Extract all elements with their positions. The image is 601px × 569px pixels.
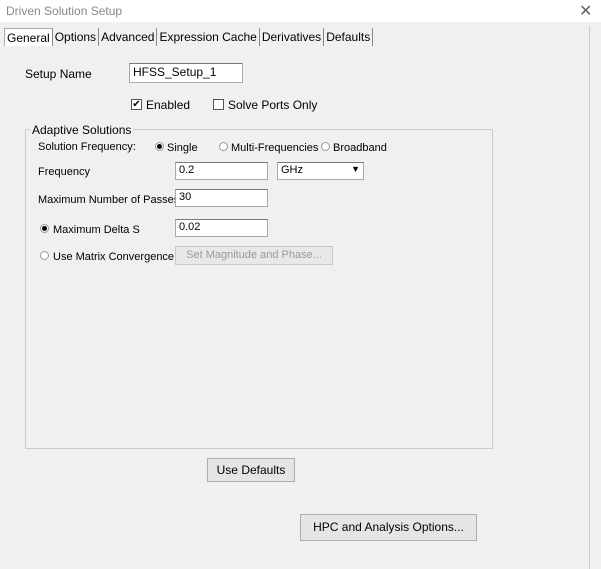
multi-frequencies-radio[interactable] — [219, 142, 228, 151]
chevron-down-icon: ▼ — [351, 164, 360, 174]
enabled-label: Enabled — [146, 98, 191, 112]
hpc-analysis-options-button[interactable]: HPC and Analysis Options... — [300, 514, 477, 541]
max-passes-input[interactable]: 30 — [175, 189, 268, 207]
broadband-radio[interactable] — [321, 142, 330, 151]
window-title: Driven Solution Setup — [6, 4, 123, 18]
setup-name-input[interactable]: HFSS_Setup_1 — [129, 63, 243, 83]
tab-options[interactable]: Options — [52, 28, 100, 46]
solution-frequency-label: Solution Frequency: — [38, 141, 136, 153]
single-label: Single — [167, 142, 198, 154]
max-delta-s-label: Maximum Delta S — [53, 224, 140, 236]
frequency-unit-value: GHz — [281, 164, 303, 176]
max-delta-s-input[interactable]: 0.02 — [175, 219, 268, 237]
single-radio[interactable] — [155, 142, 164, 151]
broadband-label: Broadband — [333, 142, 387, 154]
frequency-label: Frequency — [38, 166, 90, 178]
matrix-convergence-label: Use Matrix Convergence — [53, 251, 175, 263]
setup-name-label: Setup Name — [25, 67, 92, 81]
max-delta-s-radio[interactable] — [40, 224, 49, 233]
max-passes-label: Maximum Number of Passes — [38, 194, 180, 206]
panel-border — [589, 26, 590, 569]
solve-ports-only-checkbox[interactable] — [213, 99, 224, 110]
tab-defaults[interactable]: Defaults — [324, 28, 374, 46]
multi-frequencies-label: Multi-Frequencies — [231, 142, 319, 154]
frequency-input[interactable]: 0.2 — [175, 162, 268, 180]
tab-advanced[interactable]: Advanced — [99, 28, 158, 46]
tab-expression-cache[interactable]: Expression Cache — [157, 28, 260, 46]
enabled-checkbox[interactable]: ✔ — [131, 99, 142, 110]
tab-derivatives[interactable]: Derivatives — [259, 28, 325, 46]
solve-ports-only-label: Solve Ports Only — [228, 98, 318, 112]
matrix-convergence-radio[interactable] — [40, 251, 49, 260]
adaptive-solutions-title: Adaptive Solutions — [30, 123, 134, 137]
close-icon[interactable]: ✕ — [579, 1, 592, 21]
set-magnitude-phase-button[interactable]: Set Magnitude and Phase... — [175, 246, 333, 265]
frequency-unit-select[interactable]: GHz ▼ — [277, 162, 364, 180]
tab-general[interactable]: General — [4, 28, 53, 46]
use-defaults-button[interactable]: Use Defaults — [207, 458, 295, 482]
tab-strip: General Options Advanced Expression Cach… — [4, 28, 374, 46]
